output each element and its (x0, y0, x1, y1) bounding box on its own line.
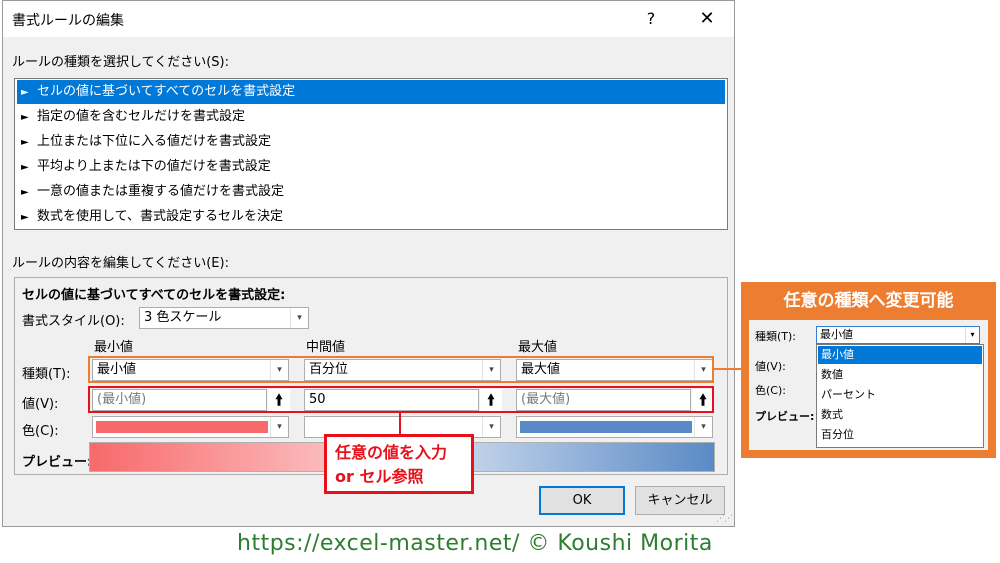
chevron-down-icon: ▾ (482, 417, 500, 437)
type-options-list[interactable]: 最小値 数値 パーセント 数式 百分位 (816, 344, 984, 448)
type-option[interactable]: パーセント (818, 386, 982, 404)
arrow-right-icon: ► (21, 162, 29, 173)
color-swatch (308, 421, 480, 433)
chevron-down-icon: ▾ (270, 360, 288, 380)
arrow-right-icon: ► (21, 212, 29, 223)
max-type-select[interactable]: 最大値 ▾ (516, 359, 713, 381)
type-option[interactable]: 数値 (818, 366, 982, 384)
type-options-panel: 任意の種類へ変更可能 種類(T): 値(V): 色(C): プレビュー: 最小値… (741, 282, 996, 458)
rule-type-item[interactable]: ► 平均より上または下の値だけを書式設定 (17, 155, 725, 179)
max-color-picker[interactable]: ▾ (516, 416, 713, 438)
arrow-right-icon: ► (21, 87, 29, 98)
chevron-down-icon: ▾ (694, 360, 712, 380)
mini-color-label: 色(C): (755, 384, 786, 397)
type-option[interactable]: 数式 (818, 406, 982, 424)
chevron-down-icon: ▾ (482, 360, 500, 380)
color-swatch (520, 421, 692, 433)
min-type-select[interactable]: 最小値 ▾ (92, 359, 289, 381)
ok-button[interactable]: OK (539, 486, 625, 515)
panel-inner: 種類(T): 値(V): 色(C): プレビュー: 最小値 ▾ 最小値 数値 パ… (749, 320, 988, 450)
mid-type-select[interactable]: 百分位 ▾ (304, 359, 501, 381)
chevron-down-icon: ▾ (270, 417, 288, 437)
mid-column-header: 中間値 (306, 340, 346, 355)
value-annotation-callout: 任意の値を入力 or セル参照 (324, 434, 474, 494)
arrow-right-icon: ► (21, 112, 29, 123)
help-button[interactable]: ? (631, 5, 671, 33)
arrow-right-icon: ► (21, 137, 29, 148)
resize-grip-icon[interactable]: ⋰⋰ (716, 514, 733, 524)
rule-type-item[interactable]: ► セルの値に基づいてすべてのセルを書式設定 (17, 80, 725, 104)
value-label: 値(V): (22, 397, 59, 412)
footer-credit: https://excel-master.net/ © Koushi Morit… (237, 531, 713, 556)
rule-type-item[interactable]: ► 上位または下位に入る値だけを書式設定 (17, 130, 725, 154)
format-style-label: 書式スタイル(O): (22, 314, 125, 329)
rule-type-list[interactable]: ► セルの値に基づいてすべてのセルを書式設定 ► 指定の値を含むセルだけを書式設定 … (14, 78, 728, 230)
max-value-input[interactable]: (最大値) (516, 389, 691, 411)
arrow-right-icon: ► (21, 187, 29, 198)
red-connector-line (399, 413, 401, 435)
orange-connector-line (714, 368, 741, 370)
rule-type-item[interactable]: ► 一意の値または重複する値だけを書式設定 (17, 180, 725, 204)
title-bar: 書式ルールの編集 ? ✕ (3, 1, 734, 37)
type-option[interactable]: 百分位 (818, 426, 982, 444)
cell-reference-button-max[interactable]: 🠙 (692, 389, 714, 411)
mini-preview-label: プレビュー: (755, 410, 815, 423)
color-label: 色(C): (22, 424, 59, 439)
chevron-down-icon: ▾ (965, 327, 979, 343)
chevron-down-icon: ▾ (694, 417, 712, 437)
rule-type-label: ルールの種類を選択してください(S): (12, 55, 229, 70)
panel-title: 任意の種類へ変更可能 (783, 291, 954, 311)
mini-value-label: 値(V): (755, 360, 786, 373)
edit-rule-label: ルールの内容を編集してください(E): (12, 256, 229, 271)
min-column-header: 最小値 (94, 340, 134, 355)
cancel-button[interactable]: キャンセル (635, 486, 725, 515)
arrow-up-icon: 🠙 (487, 391, 495, 409)
rule-type-item[interactable]: ► 数式を使用して、書式設定するセルを決定 (17, 205, 725, 229)
min-value-input[interactable]: (最小値) (92, 389, 267, 411)
mid-value-input[interactable]: 50 (304, 389, 479, 411)
chevron-down-icon: ▾ (290, 308, 308, 328)
arrow-up-icon: 🠙 (699, 391, 707, 409)
min-color-picker[interactable]: ▾ (92, 416, 289, 438)
color-swatch (96, 421, 268, 433)
section-title: セルの値に基づいてすべてのセルを書式設定: (22, 288, 286, 303)
type-option[interactable]: 最小値 (818, 346, 982, 364)
dialog-title: 書式ルールの編集 (12, 13, 124, 29)
cell-reference-button-min[interactable]: 🠙 (268, 389, 290, 411)
format-style-select[interactable]: 3 色スケール ▾ (139, 307, 309, 329)
rule-type-item[interactable]: ► 指定の値を含むセルだけを書式設定 (17, 105, 725, 129)
type-label: 種類(T): (22, 367, 71, 382)
cell-reference-button-mid[interactable]: 🠙 (480, 389, 502, 411)
preview-label: プレビュー: (22, 455, 93, 470)
max-column-header: 最大値 (518, 340, 558, 355)
arrow-up-icon: 🠙 (275, 391, 283, 409)
mini-type-select[interactable]: 最小値 ▾ (816, 326, 980, 344)
close-button[interactable]: ✕ (687, 5, 727, 33)
mini-type-label: 種類(T): (755, 330, 797, 343)
